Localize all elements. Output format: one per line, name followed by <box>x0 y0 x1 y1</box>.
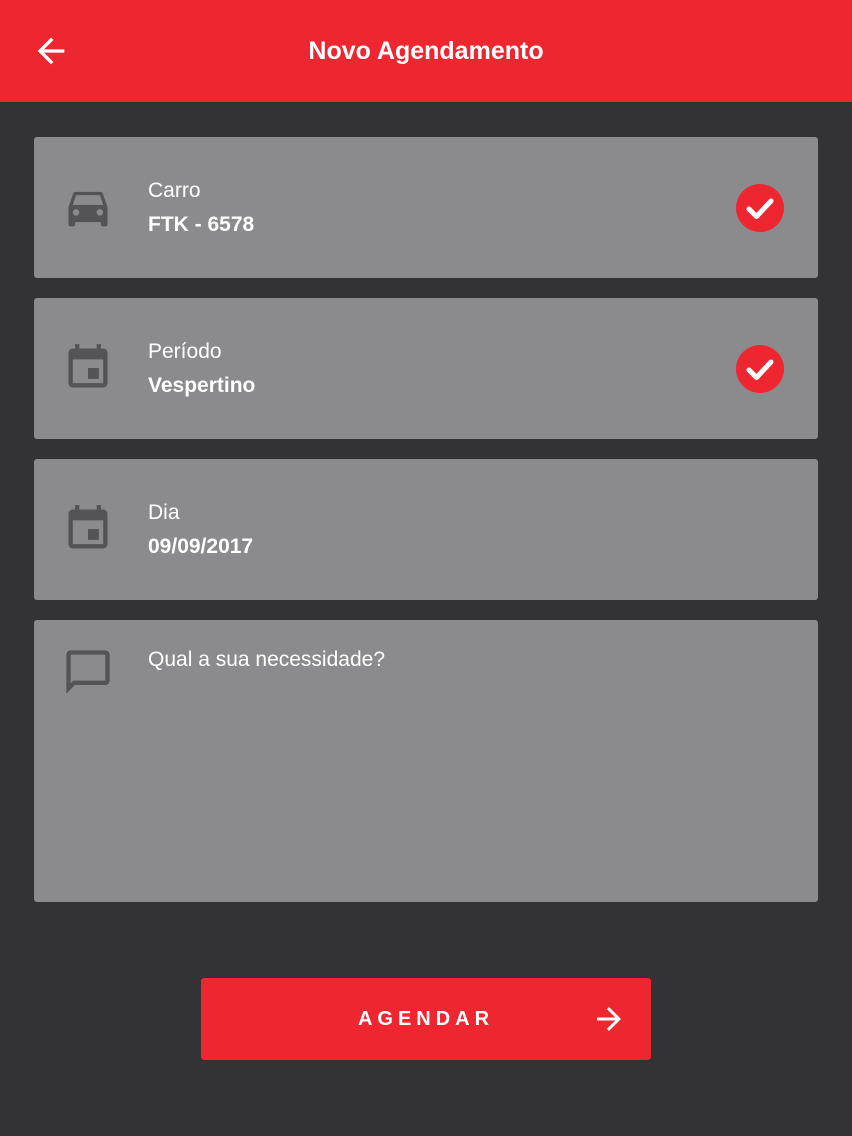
arrow-back-icon <box>37 37 65 65</box>
car-selector[interactable]: Carro FTK - 6578 <box>34 137 818 278</box>
message-input[interactable] <box>148 648 788 888</box>
chat-bubble-icon <box>66 650 110 694</box>
arrow-forward-icon <box>597 1007 621 1031</box>
app-bar: Novo Agendamento <box>0 0 852 102</box>
car-icon <box>68 191 108 227</box>
schedule-button[interactable]: AGENDAR <box>201 978 651 1060</box>
car-label: Carro <box>148 179 201 202</box>
day-selector[interactable]: Dia 09/09/2017 <box>34 459 818 600</box>
calendar-icon <box>68 344 108 388</box>
back-button[interactable] <box>22 22 80 80</box>
car-value: FTK - 6578 <box>148 213 255 236</box>
period-label: Período <box>148 340 222 363</box>
period-selector[interactable]: Período Vespertino <box>34 298 818 439</box>
page-title: Novo Agendamento <box>308 37 544 65</box>
day-label: Dia <box>148 501 180 524</box>
message-card <box>34 620 818 902</box>
period-value: Vespertino <box>148 374 256 397</box>
check-circle-icon <box>736 345 784 393</box>
check-circle-icon <box>736 184 784 232</box>
calendar-icon <box>68 505 108 549</box>
day-value: 09/09/2017 <box>148 535 254 558</box>
schedule-button-label: AGENDAR <box>357 1008 495 1030</box>
